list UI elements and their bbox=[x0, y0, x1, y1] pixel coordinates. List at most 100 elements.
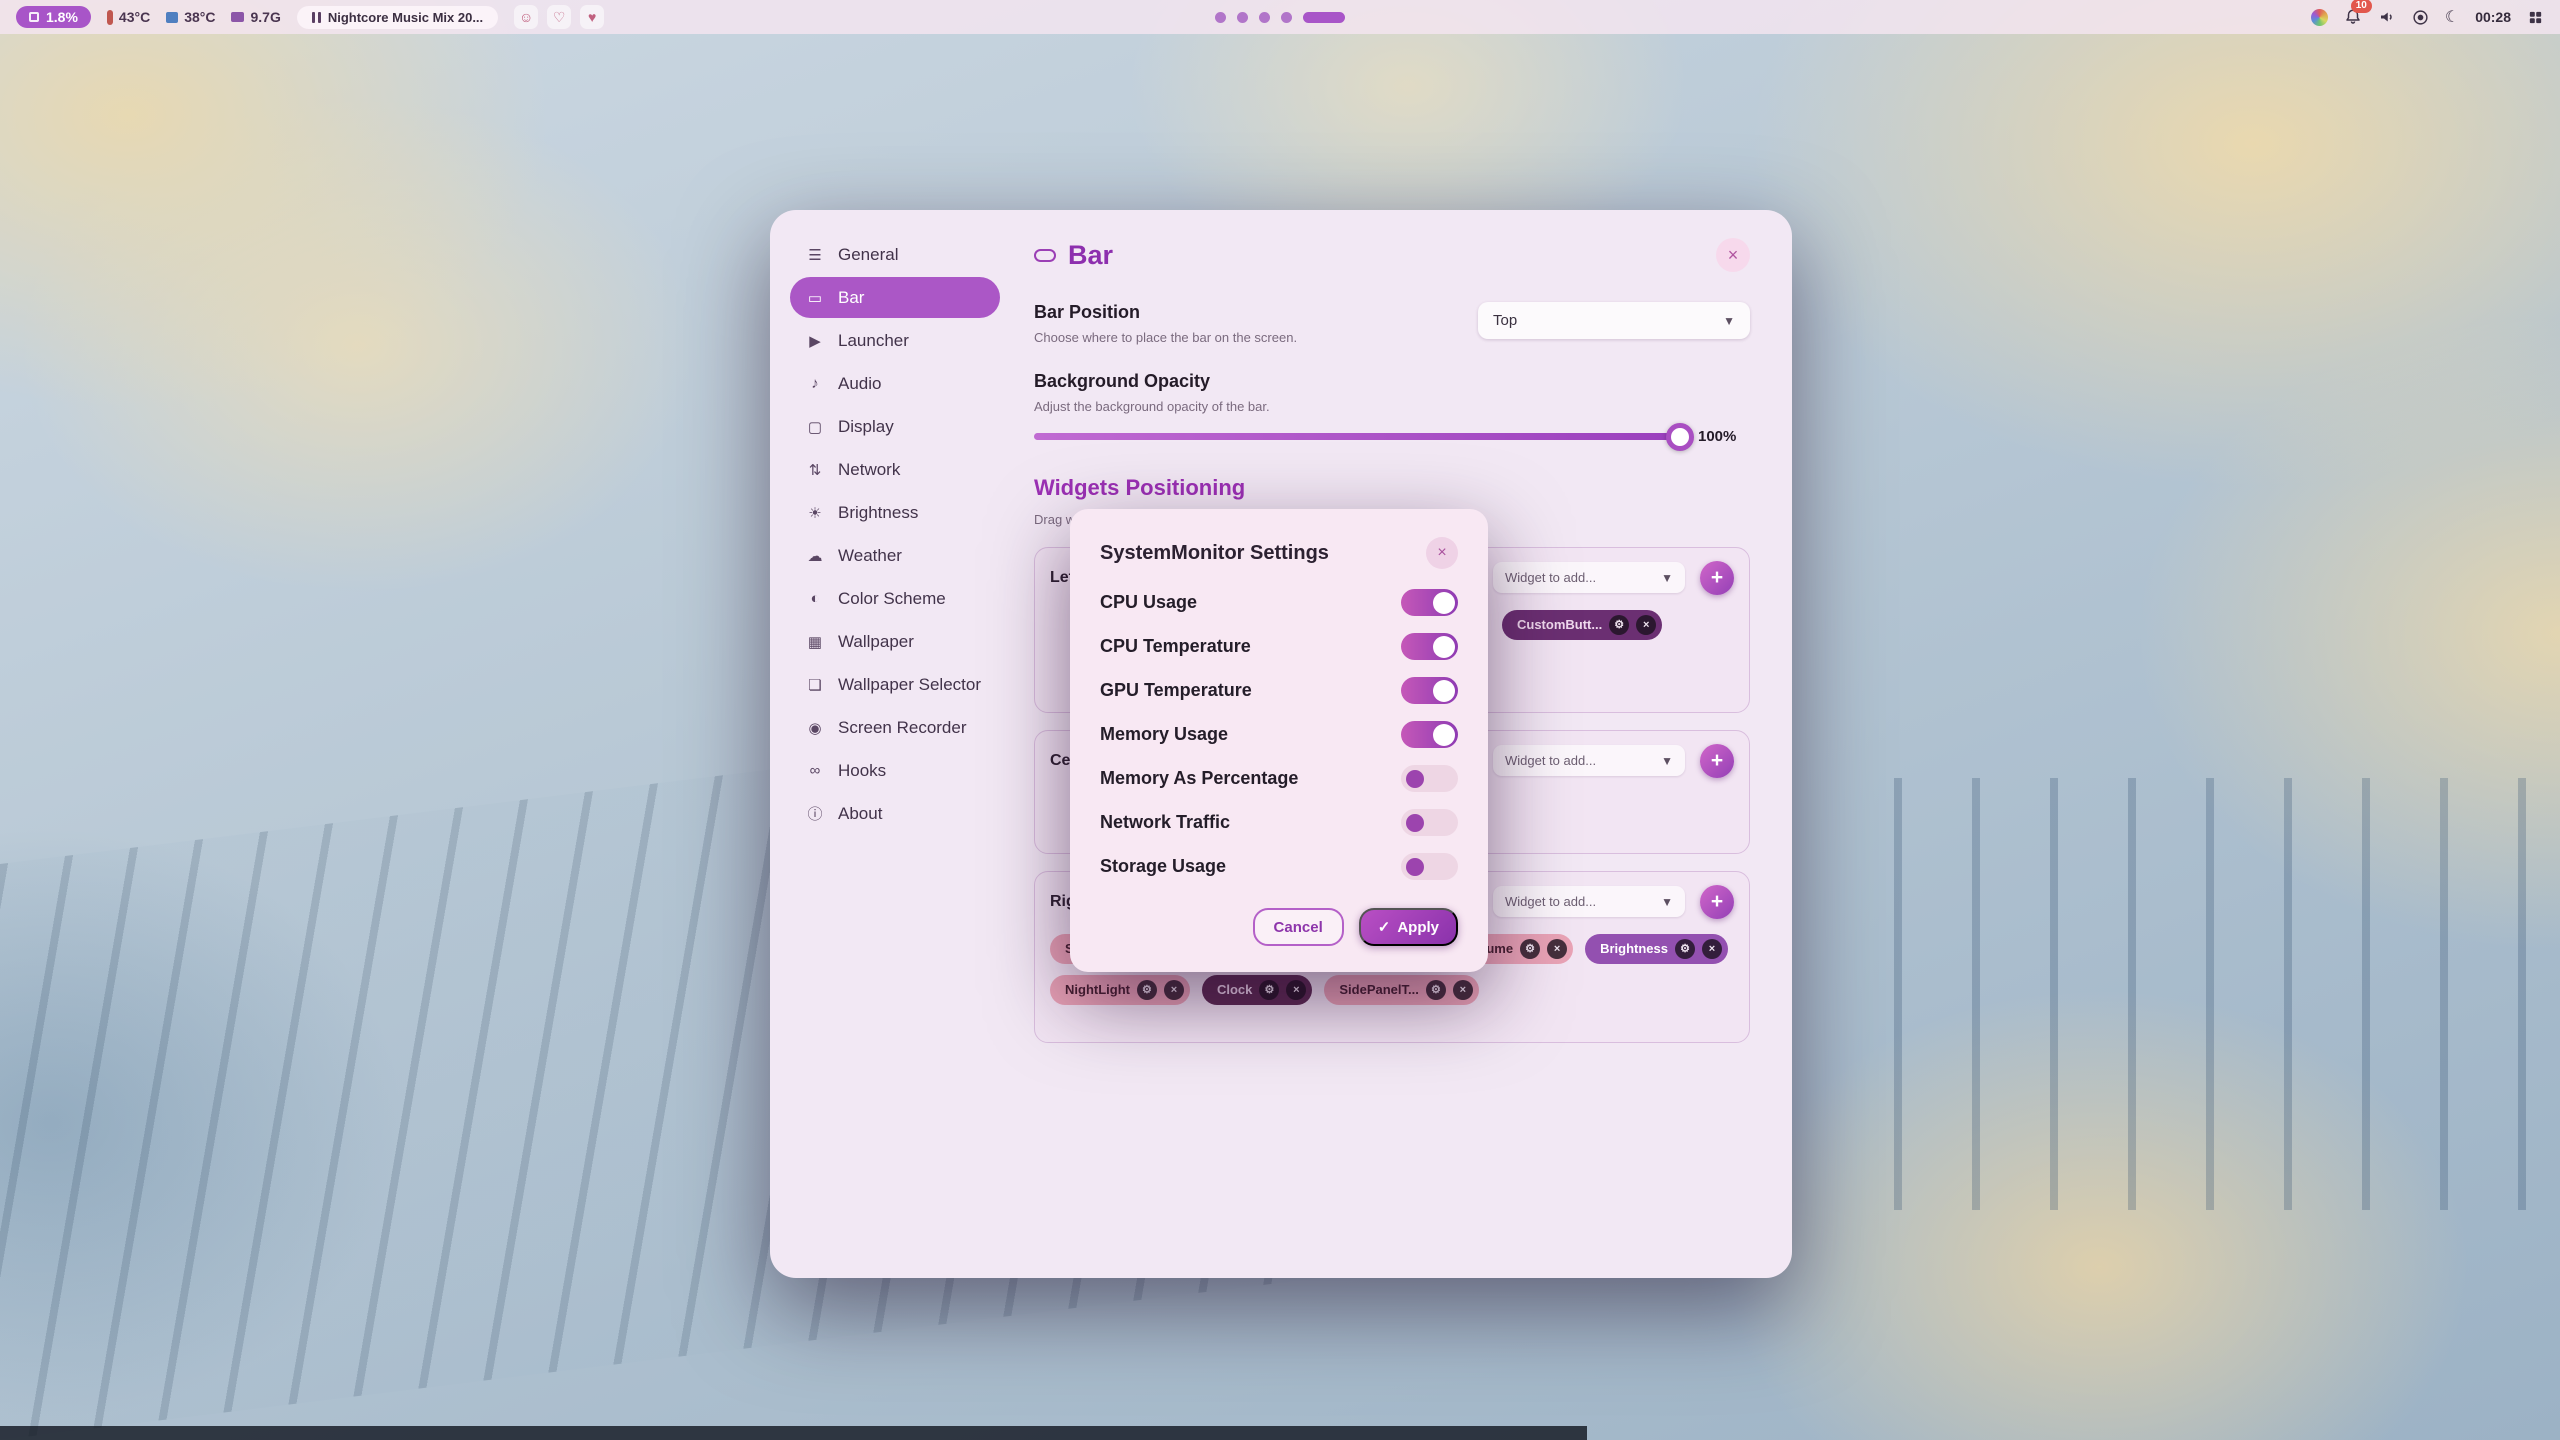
bar-position-label: Bar Position bbox=[1034, 302, 1297, 323]
toggle-label: Memory Usage bbox=[1100, 724, 1228, 745]
audio-icon: ♪ bbox=[805, 375, 825, 392]
chip-settings-button[interactable]: ⚙ bbox=[1675, 939, 1695, 959]
widget-chip-sidepanelt[interactable]: SidePanelT...⚙× bbox=[1324, 975, 1478, 1005]
storage-usage-switch[interactable] bbox=[1401, 853, 1458, 880]
cpu-icon bbox=[29, 12, 39, 22]
add-widget-button[interactable]: + bbox=[1700, 744, 1734, 778]
toggle-row-gpu-temperature: GPU Temperature bbox=[1100, 677, 1458, 704]
sidebar-item-general[interactable]: ☰General bbox=[790, 234, 1000, 275]
add-widget-button[interactable]: + bbox=[1700, 885, 1734, 919]
sidebar-item-weather[interactable]: ☁Weather bbox=[790, 535, 1000, 576]
workspace-dot-2[interactable] bbox=[1237, 12, 1248, 23]
widget-add-select[interactable]: Widget to add...▼ bbox=[1493, 562, 1685, 593]
gpu-temp-value: 38°C bbox=[184, 9, 215, 25]
gpu-temperature-switch[interactable] bbox=[1401, 677, 1458, 704]
chip-remove-button[interactable]: × bbox=[1286, 980, 1306, 1000]
memory-as-percentage-switch[interactable] bbox=[1401, 765, 1458, 792]
chip-remove-button[interactable]: × bbox=[1702, 939, 1722, 959]
slider-knob[interactable] bbox=[1666, 423, 1694, 451]
sidebar-item-launcher[interactable]: ▶Launcher bbox=[790, 320, 1000, 361]
widget-chip-custombutt[interactable]: CustomButt...⚙× bbox=[1502, 610, 1662, 640]
wallpaper-icon: ▦ bbox=[805, 633, 825, 651]
widget-chip-clock[interactable]: Clock⚙× bbox=[1202, 975, 1312, 1005]
workspace-dot-1[interactable] bbox=[1215, 12, 1226, 23]
sidebar-item-label: Brightness bbox=[838, 503, 918, 523]
toggle-knob bbox=[1433, 724, 1455, 746]
sidebar-item-display[interactable]: ▢Display bbox=[790, 406, 1000, 447]
chip-remove-button[interactable]: × bbox=[1453, 980, 1473, 1000]
workspace-dot-5[interactable] bbox=[1303, 12, 1345, 23]
add-widget-button[interactable]: + bbox=[1700, 561, 1734, 595]
check-icon: ✓ bbox=[1378, 918, 1391, 936]
slider-fill bbox=[1034, 433, 1680, 440]
sidebar-item-color-scheme[interactable]: ◐Color Scheme bbox=[790, 578, 1000, 619]
sidebar-item-hooks[interactable]: ∞Hooks bbox=[790, 750, 1000, 791]
sidebar-item-label: Bar bbox=[838, 288, 864, 308]
modal-title: SystemMonitor Settings bbox=[1100, 542, 1329, 565]
widget-chip-nightlight[interactable]: NightLight⚙× bbox=[1050, 975, 1190, 1005]
apps-grid-button[interactable] bbox=[2527, 9, 2544, 26]
widget-chip-brightness[interactable]: Brightness⚙× bbox=[1585, 934, 1728, 964]
night-light-button[interactable]: ☾ bbox=[2445, 7, 2459, 27]
modal-close-button[interactable]: × bbox=[1426, 537, 1458, 569]
sidebar-item-wallpaper[interactable]: ▦ Wallpaper bbox=[790, 621, 1000, 662]
widget-add-placeholder: Widget to add... bbox=[1505, 894, 1596, 909]
cpu-usage-pill[interactable]: 1.8% bbox=[16, 6, 91, 28]
cancel-button[interactable]: Cancel bbox=[1253, 908, 1344, 946]
chip-remove-button[interactable]: × bbox=[1164, 980, 1184, 1000]
toggle-row-storage-usage: Storage Usage bbox=[1100, 853, 1458, 880]
sidebar-item-bar[interactable]: ▭Bar bbox=[790, 277, 1000, 318]
background-opacity-slider-row: 100% bbox=[1034, 428, 1750, 445]
network-traffic-switch[interactable] bbox=[1401, 809, 1458, 836]
settings-sidebar: ☰General▭Bar▶Launcher♪Audio▢Display⇅Netw… bbox=[786, 226, 1004, 1262]
chip-remove-button[interactable]: × bbox=[1547, 939, 1567, 959]
top-bar: 1.8% 43°C 38°C 9.7G Nightcore Music Mix … bbox=[0, 0, 2560, 34]
sidebar-item-network[interactable]: ⇅Network bbox=[790, 449, 1000, 490]
volume-button[interactable] bbox=[2378, 8, 2396, 26]
notifications-button[interactable]: 10 bbox=[2344, 8, 2362, 26]
cpu-usage-switch[interactable] bbox=[1401, 589, 1458, 616]
memory-stat[interactable]: 9.7G bbox=[231, 9, 280, 25]
widget-add-select[interactable]: Widget to add...▼ bbox=[1493, 886, 1685, 917]
widget-add-select[interactable]: Widget to add...▼ bbox=[1493, 745, 1685, 776]
screen-record-button[interactable] bbox=[2412, 9, 2429, 26]
speaker-icon bbox=[2378, 8, 2396, 26]
chip-settings-button[interactable]: ⚙ bbox=[1259, 980, 1279, 1000]
gear-icon: ⚙ bbox=[1264, 983, 1274, 996]
background-opacity-slider[interactable] bbox=[1034, 433, 1680, 440]
chip-remove-button[interactable]: × bbox=[1636, 615, 1656, 635]
workspace-dot-4[interactable] bbox=[1281, 12, 1292, 23]
apply-button[interactable]: ✓ Apply bbox=[1359, 908, 1458, 946]
workspace-dot-3[interactable] bbox=[1259, 12, 1270, 23]
heart-icon: ♥ bbox=[588, 9, 596, 25]
sidebar-item-audio[interactable]: ♪Audio bbox=[790, 363, 1000, 404]
display-icon: ▢ bbox=[805, 418, 825, 436]
chip-settings-button[interactable]: ⚙ bbox=[1137, 980, 1157, 1000]
window-close-button[interactable]: × bbox=[1716, 238, 1750, 272]
gpu-temp-stat[interactable]: 38°C bbox=[166, 9, 215, 25]
sidebar-item-brightness[interactable]: ☀Brightness bbox=[790, 492, 1000, 533]
topbar-heart-outline-button[interactable]: ♡ bbox=[547, 5, 571, 29]
topbar-smiley-button[interactable]: ☺ bbox=[514, 5, 538, 29]
sidebar-item-screen-recorder[interactable]: ◉Screen Recorder bbox=[790, 707, 1000, 748]
pause-icon bbox=[312, 12, 321, 23]
screen-recorder-icon: ◉ bbox=[805, 719, 825, 737]
workspace-indicator[interactable] bbox=[1215, 0, 1345, 34]
chip-settings-button[interactable]: ⚙ bbox=[1426, 980, 1446, 1000]
sidebar-item-label: Wallpaper bbox=[838, 632, 914, 652]
memory-usage-switch[interactable] bbox=[1401, 721, 1458, 748]
color-wheel-icon[interactable] bbox=[2311, 9, 2328, 26]
chip-settings-button[interactable]: ⚙ bbox=[1520, 939, 1540, 959]
cpu-temperature-switch[interactable] bbox=[1401, 633, 1458, 660]
bar-position-select[interactable]: Top ▼ bbox=[1478, 302, 1750, 339]
sidebar-item-about[interactable]: ⓘAbout bbox=[790, 793, 1000, 834]
toggle-knob bbox=[1406, 858, 1424, 876]
chip-settings-button[interactable]: ⚙ bbox=[1609, 615, 1629, 635]
sidebar-item-wallpaper-selector[interactable]: ❏Wallpaper Selector bbox=[790, 664, 1000, 705]
sidebar-item-label: Hooks bbox=[838, 761, 886, 781]
sliders-icon: ☰ bbox=[805, 246, 825, 264]
media-player-pill[interactable]: Nightcore Music Mix 20... bbox=[297, 6, 498, 29]
cpu-temp-stat[interactable]: 43°C bbox=[107, 9, 150, 25]
topbar-heart-button[interactable]: ♥ bbox=[580, 5, 604, 29]
weather-icon: ☁ bbox=[805, 547, 825, 565]
